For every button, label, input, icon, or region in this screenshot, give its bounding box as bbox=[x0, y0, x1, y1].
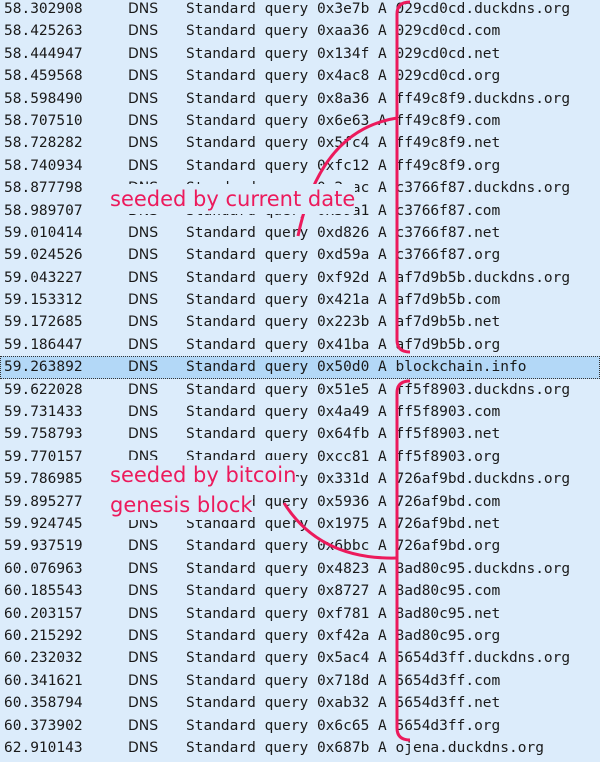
annotation-genesis-1: seeded by bitcoin bbox=[110, 460, 297, 490]
annotation-brackets bbox=[282, 0, 411, 742]
annotation-genesis-2: genesis block bbox=[110, 490, 253, 520]
arc-genesis bbox=[282, 502, 398, 560]
bracket-genesis bbox=[395, 379, 411, 742]
bracket-date bbox=[395, 0, 411, 354]
annotation-current-date: seeded by current date bbox=[110, 184, 356, 214]
arc-date bbox=[296, 116, 398, 237]
